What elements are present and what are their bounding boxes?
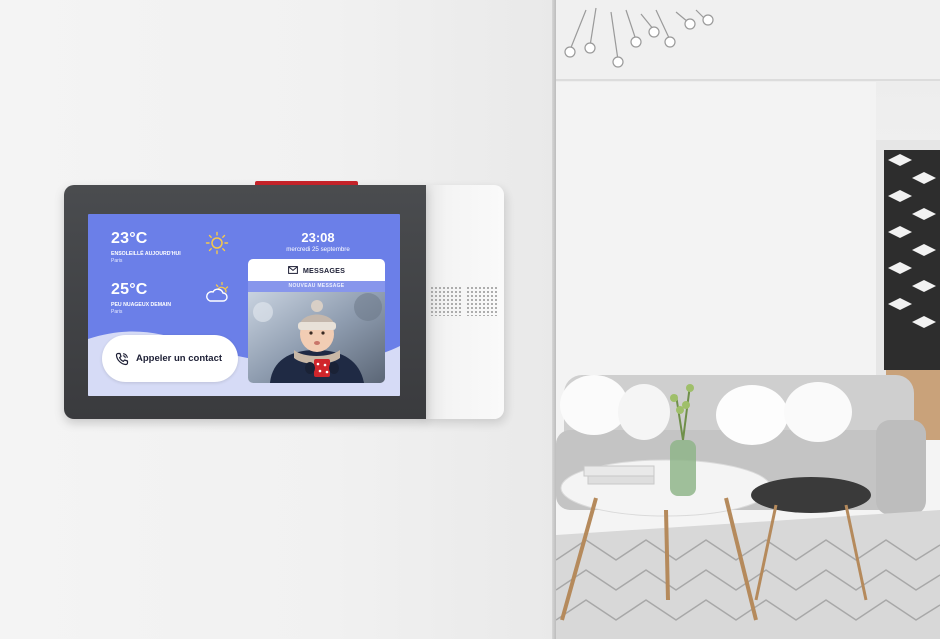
call-contact-button[interactable]: Appeler un contact <box>102 335 238 382</box>
weather-condition: ENSOLEILLÉ AUJOURD'HUI <box>111 251 181 257</box>
messages-header: MESSAGES <box>248 259 385 281</box>
living-room-scene <box>556 0 940 639</box>
call-contact-label: Appeler un contact <box>136 353 223 364</box>
weather-city: Paris <box>111 258 123 264</box>
temperature: 23°C <box>111 230 148 247</box>
phone-icon <box>115 352 129 365</box>
clock-widget: 23:08 mercredi 25 septembre <box>248 230 388 253</box>
weather-today: 23°C ENSOLEILLÉ AUJOURD'HUI Paris <box>88 228 229 278</box>
new-message-banner: NOUVEAU MESSAGE <box>248 281 385 292</box>
temperature: 25°C <box>111 281 148 298</box>
envelope-icon <box>287 266 298 274</box>
wall-tablet: 23°C ENSOLEILLÉ AUJOURD'HUI Paris 25°C P… <box>64 181 504 419</box>
speaker-grille <box>466 286 498 316</box>
weather-condition: PEU NUAGEUX DEMAIN <box>111 302 171 308</box>
weather-tomorrow: 25°C PEU NUAGEUX DEMAIN Paris <box>88 278 229 328</box>
tablet-bezel: 23°C ENSOLEILLÉ AUJOURD'HUI Paris 25°C P… <box>64 185 426 419</box>
speaker-panel <box>422 185 504 419</box>
messages-title: MESSAGES <box>302 265 346 275</box>
partly-cloudy-icon <box>206 281 229 302</box>
tablet-screen: 23°C ENSOLEILLÉ AUJOURD'HUI Paris 25°C P… <box>88 214 400 396</box>
clock-time: 23:08 <box>301 230 335 245</box>
messages-card[interactable]: MESSAGES NOUVEAU MESSAGE <box>248 259 385 383</box>
weather-city: Paris <box>111 309 123 315</box>
sun-icon <box>205 231 229 255</box>
message-photo[interactable] <box>248 292 385 383</box>
speaker-grille <box>430 286 462 316</box>
clock-date: mercredi 25 septembre <box>286 246 350 253</box>
